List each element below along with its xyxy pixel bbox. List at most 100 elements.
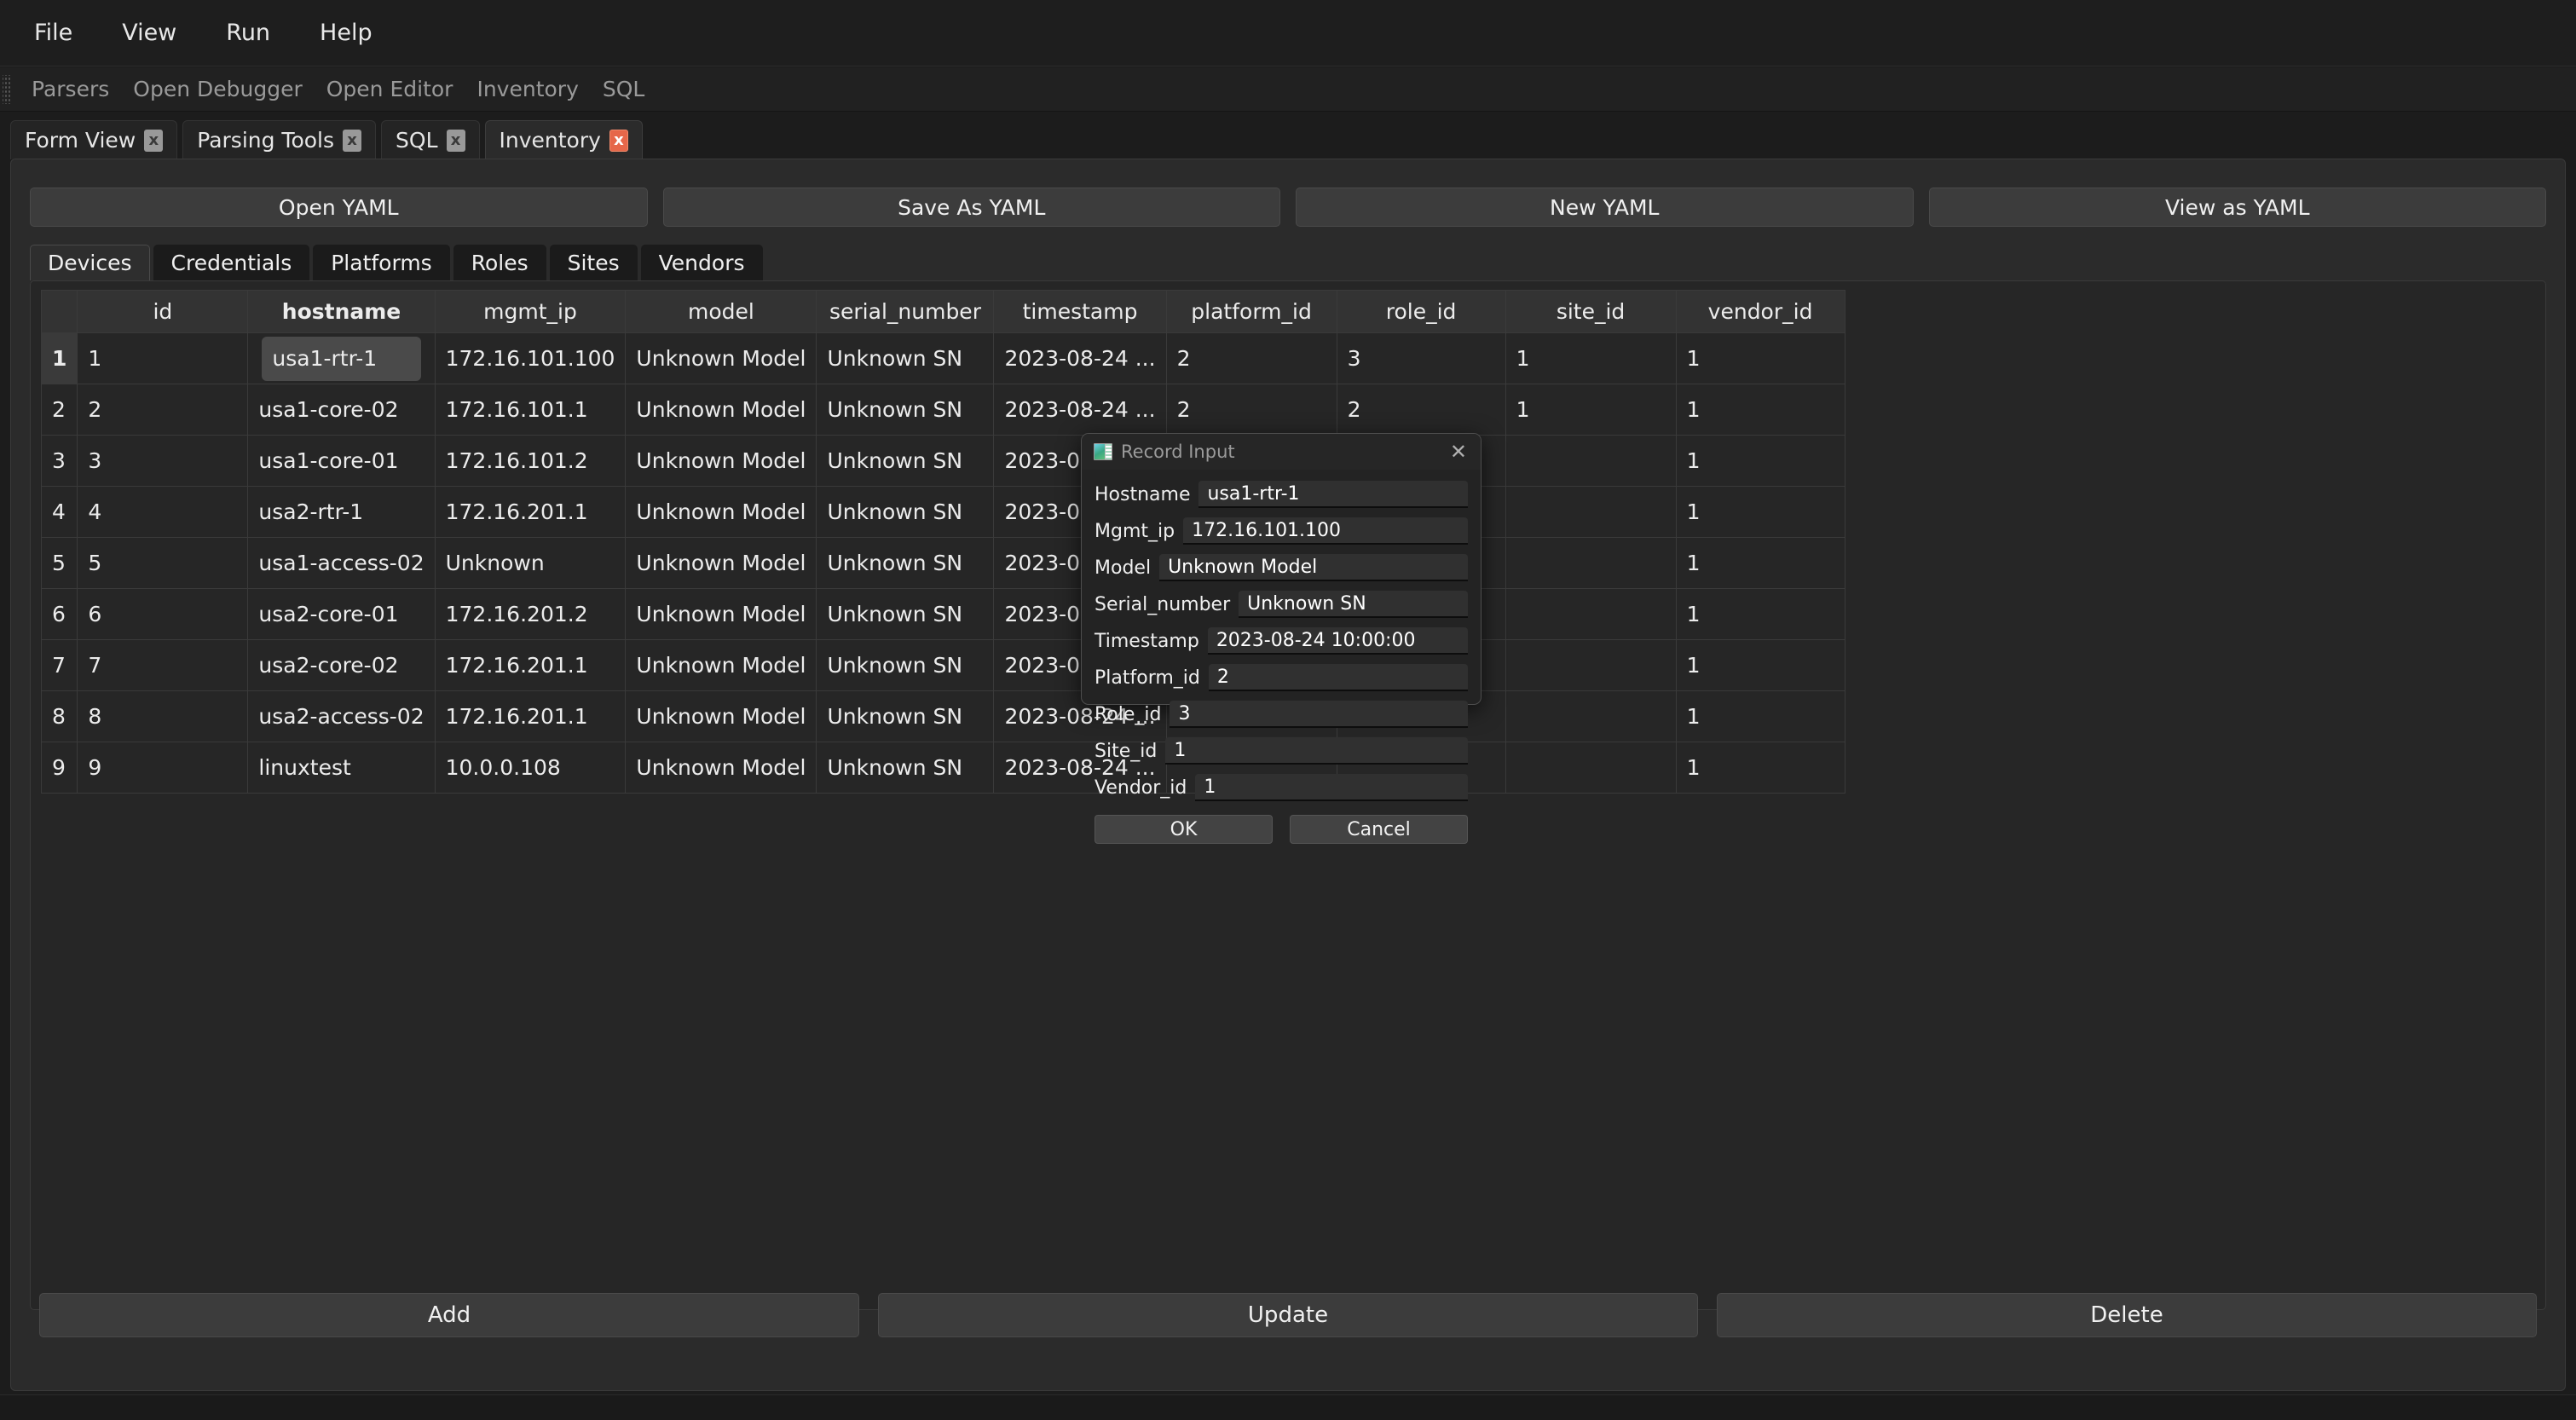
cell-id[interactable]: 3 — [77, 435, 249, 487]
update-button[interactable]: Update — [878, 1293, 1698, 1337]
column-header-id[interactable]: id — [77, 290, 249, 333]
toolbar-drag-handle[interactable] — [3, 74, 11, 104]
cell-platform_id[interactable]: 2 — [1165, 384, 1337, 436]
cell-site_id[interactable] — [1505, 639, 1677, 691]
tab-form-view[interactable]: Form View x — [10, 120, 178, 159]
site_id-input[interactable]: 1 — [1165, 737, 1468, 765]
column-header-model[interactable]: model — [625, 290, 817, 333]
dialog-title-bar[interactable]: Record Input ✕ — [1082, 434, 1481, 470]
cell-model[interactable]: Unknown Model — [625, 690, 817, 742]
cell-mgmt_ip[interactable]: 172.16.101.2 — [434, 435, 627, 487]
cell-id[interactable]: 7 — [77, 639, 249, 691]
cell-model[interactable]: Unknown Model — [625, 537, 817, 589]
cell-hostname[interactable]: usa1-access-02 — [247, 537, 436, 589]
toolbar-item-sql[interactable]: SQL — [591, 77, 656, 101]
row-header-cell[interactable]: 8 — [40, 690, 78, 742]
table-row[interactable]: 9 9 linuxtest 10.0.0.108 Unknown Model Unknow… — [40, 742, 1845, 794]
row-header-cell[interactable]: 9 — [40, 742, 78, 794]
subtab-vendors[interactable]: Vendors — [640, 245, 763, 280]
cell-hostname[interactable]: usa2-access-02 — [247, 690, 436, 742]
cell-vendor_id[interactable]: 1 — [1675, 742, 1845, 794]
cell-mgmt_ip[interactable]: 172.16.201.1 — [434, 639, 627, 691]
cell-timestamp[interactable]: 2023-08-24 ... — [993, 384, 1167, 436]
tab-close-icon[interactable]: x — [343, 129, 362, 152]
cell-serial_number[interactable]: Unknown SN — [816, 690, 995, 742]
row-header-cell[interactable]: 1 — [40, 332, 78, 384]
subtab-credentials[interactable]: Credentials — [153, 245, 310, 280]
cell-vendor_id[interactable]: 1 — [1675, 384, 1845, 436]
role_id-input[interactable]: 3 — [1170, 701, 1468, 728]
cell-site_id[interactable] — [1505, 742, 1677, 794]
cancel-button[interactable]: Cancel — [1290, 815, 1468, 844]
cell-model[interactable]: Unknown Model — [625, 742, 817, 794]
cell-mgmt_ip[interactable]: Unknown — [434, 537, 627, 589]
subtab-devices[interactable]: Devices — [30, 245, 150, 280]
row-header-cell[interactable]: 6 — [40, 588, 78, 640]
table-row[interactable]: 8 8 usa2-access-02 172.16.201.1 Unknown Mode… — [40, 690, 1845, 742]
cell-mgmt_ip[interactable]: 172.16.201.2 — [434, 588, 627, 640]
close-icon[interactable]: ✕ — [1447, 442, 1470, 462]
cell-serial_number[interactable]: Unknown SN — [816, 588, 995, 640]
cell-role_id[interactable]: 3 — [1336, 332, 1506, 384]
cell-id[interactable]: 5 — [77, 537, 249, 589]
cell-vendor_id[interactable]: 1 — [1675, 537, 1845, 589]
menu-item-view[interactable]: View — [103, 16, 195, 49]
row-header-cell[interactable]: 5 — [40, 537, 78, 589]
cell-vendor_id[interactable]: 1 — [1675, 588, 1845, 640]
cell-id[interactable]: 4 — [77, 486, 249, 538]
cell-mgmt_ip[interactable]: 172.16.201.1 — [434, 486, 627, 538]
cell-vendor_id[interactable]: 1 — [1675, 639, 1845, 691]
cell-model[interactable]: Unknown Model — [625, 486, 817, 538]
row-header-cell[interactable]: 2 — [40, 384, 78, 436]
cell-serial_number[interactable]: Unknown SN — [816, 486, 995, 538]
subtab-platforms[interactable]: Platforms — [313, 245, 450, 280]
tab-close-icon[interactable]: x — [609, 129, 628, 152]
cell-model[interactable]: Unknown Model — [625, 639, 817, 691]
save-as-yaml-button[interactable]: Save As YAML — [662, 188, 1280, 227]
cell-site_id[interactable] — [1505, 537, 1677, 589]
cell-hostname[interactable]: usa2-core-02 — [247, 639, 436, 691]
cell-serial_number[interactable]: Unknown SN — [816, 742, 995, 794]
cell-hostname[interactable]: usa2-core-01 — [247, 588, 436, 640]
row-header-cell[interactable]: 4 — [40, 486, 78, 538]
tab-sql[interactable]: SQL x — [381, 120, 480, 159]
view-as-yaml-button[interactable]: View as YAML — [1928, 188, 2546, 227]
cell-serial_number[interactable]: Unknown SN — [816, 384, 995, 436]
table-row[interactable]: 1 1 usa1-rtr-1 172.16.101.100 Unknown Model U… — [40, 332, 1845, 384]
cell-platform_id[interactable]: 2 — [1165, 332, 1337, 384]
column-header-serial_number[interactable]: serial_number — [816, 290, 995, 333]
cell-mgmt_ip[interactable]: 172.16.201.1 — [434, 690, 627, 742]
cell-serial_number[interactable]: Unknown SN — [816, 435, 995, 487]
column-header-mgmt_ip[interactable]: mgmt_ip — [434, 290, 627, 333]
cell-site_id[interactable] — [1505, 588, 1677, 640]
cell-mgmt_ip[interactable]: 10.0.0.108 — [434, 742, 627, 794]
table-row[interactable]: 6 6 usa2-core-01 172.16.201.2 Unknown Model U… — [40, 588, 1845, 640]
cell-vendor_id[interactable]: 1 — [1675, 435, 1845, 487]
cell-mgmt_ip[interactable]: 172.16.101.100 — [434, 332, 627, 384]
open-yaml-button[interactable]: Open YAML — [30, 188, 648, 227]
cell-site_id[interactable]: 1 — [1505, 332, 1677, 384]
vendor_id-input[interactable]: 1 — [1195, 774, 1468, 801]
cell-model[interactable]: Unknown Model — [625, 332, 817, 384]
menu-item-file[interactable]: File — [15, 16, 91, 49]
cell-vendor_id[interactable]: 1 — [1675, 486, 1845, 538]
tab-close-icon[interactable]: x — [144, 129, 164, 152]
tab-close-icon[interactable]: x — [446, 129, 465, 152]
column-header-hostname[interactable]: hostname — [247, 290, 436, 333]
cell-id[interactable]: 9 — [77, 742, 249, 794]
cell-hostname[interactable]: linuxtest — [247, 742, 436, 794]
menu-item-run[interactable]: Run — [207, 16, 289, 49]
ok-button[interactable]: OK — [1095, 815, 1273, 844]
cell-serial_number[interactable]: Unknown SN — [816, 537, 995, 589]
cell-site_id[interactable] — [1505, 486, 1677, 538]
cell-model[interactable]: Unknown Model — [625, 384, 817, 436]
cell-model[interactable]: Unknown Model — [625, 435, 817, 487]
cell-id[interactable]: 2 — [77, 384, 249, 436]
toolbar-item-parsers[interactable]: Parsers — [20, 77, 121, 101]
subtab-roles[interactable]: Roles — [453, 245, 546, 280]
tab-parsing-tools[interactable]: Parsing Tools x — [182, 120, 377, 159]
table-row[interactable]: 4 4 usa2-rtr-1 172.16.201.1 Unknown Model Unk… — [40, 486, 1845, 538]
toolbar-item-open-debugger[interactable]: Open Debugger — [121, 77, 314, 101]
column-header-timestamp[interactable]: timestamp — [993, 290, 1167, 333]
cell-role_id[interactable]: 2 — [1336, 384, 1506, 436]
